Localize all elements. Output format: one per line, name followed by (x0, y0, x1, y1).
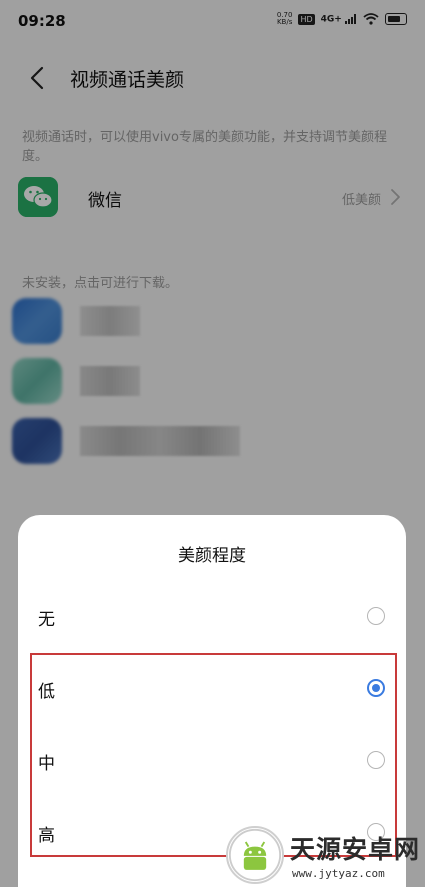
option-none[interactable]: 无 (18, 581, 406, 653)
watermark: 天源安卓网 www.jytyaz.com (218, 822, 425, 887)
radio-unselected-icon[interactable] (367, 607, 385, 625)
watermark-title: 天源安卓网 (290, 835, 421, 864)
watermark-url: www.jytyaz.com (292, 867, 385, 880)
sheet-title: 美颜程度 (178, 546, 246, 566)
android-logo-icon (226, 826, 284, 884)
option-label: 无 (38, 610, 55, 630)
